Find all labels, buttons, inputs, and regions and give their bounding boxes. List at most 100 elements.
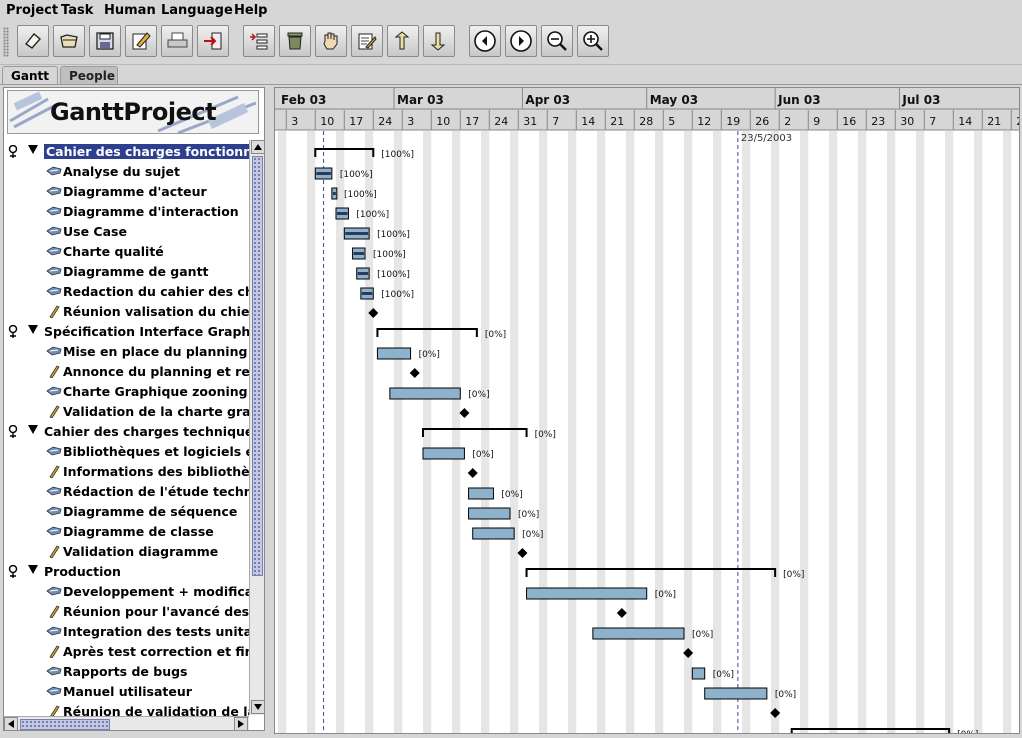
tree-task-row[interactable]: Diagramme d'interaction xyxy=(4,201,249,221)
milestone-pencil-icon xyxy=(49,605,60,618)
tree-task-row[interactable]: Bibliothèques et logiciels exte xyxy=(4,441,249,461)
tab-people[interactable]: People xyxy=(60,66,118,84)
pin-icon[interactable] xyxy=(7,425,19,439)
pin-icon[interactable] xyxy=(7,145,19,159)
new-task-button[interactable] xyxy=(243,25,275,57)
edit-properties-button[interactable] xyxy=(125,25,157,57)
tree-task-row[interactable]: Validation de la charte graphi xyxy=(4,401,249,421)
milestone-diamond xyxy=(517,548,528,558)
scroll-left-button[interactable] xyxy=(469,25,501,57)
task-properties-button[interactable] xyxy=(315,25,347,57)
tree-task-row[interactable]: Developpement + modificatio xyxy=(4,581,249,601)
menu-help[interactable]: Help xyxy=(234,3,267,18)
tree-group-row[interactable]: Production xyxy=(4,561,249,581)
tree-group-row[interactable]: Spécification Interface Graphique xyxy=(4,321,249,341)
expand-arrow-icon[interactable] xyxy=(28,565,38,574)
week-label: 24 xyxy=(494,115,508,128)
expand-arrow-icon[interactable] xyxy=(28,325,38,334)
tree-task-row[interactable]: Redaction du cahier des charg xyxy=(4,281,249,301)
tree-horizontal-scrollbar[interactable] xyxy=(4,716,249,730)
scroll-up-button[interactable] xyxy=(251,140,264,154)
task-name: Diagramme de classe xyxy=(63,524,214,539)
tree-task-row[interactable]: Mise en place du planning xyxy=(4,341,249,361)
tree-task-row[interactable]: Après test correction et fin de xyxy=(4,641,249,661)
week-label: 16 xyxy=(842,115,856,128)
tree-horizontal-scroll-thumb[interactable] xyxy=(20,719,110,730)
menu-task[interactable]: Task xyxy=(61,3,93,18)
circle-left-arrow-icon xyxy=(474,30,496,52)
tree-task-row[interactable]: Annonce du planning et regro xyxy=(4,361,249,381)
milestone-pencil-icon xyxy=(49,545,60,558)
week-label: 14 xyxy=(958,115,972,128)
zoom-out-button[interactable] xyxy=(541,25,573,57)
tree-task-row[interactable]: Diagramme de gantt xyxy=(4,261,249,281)
expand-arrow-icon[interactable] xyxy=(28,145,38,154)
scroll-down-button[interactable] xyxy=(251,700,264,714)
menu-project[interactable]: Project xyxy=(6,3,58,18)
progress-label: [100%] xyxy=(356,210,389,220)
tree-task-row[interactable]: Diagramme d'acteur xyxy=(4,181,249,201)
print-button[interactable] xyxy=(161,25,193,57)
scroll-right-button[interactable] xyxy=(505,25,537,57)
month-label: Feb 03 xyxy=(281,93,326,107)
tree-task-row[interactable]: Rapports de bugs xyxy=(4,661,249,681)
open-project-button[interactable] xyxy=(53,25,85,57)
save-project-button[interactable] xyxy=(89,25,121,57)
pin-icon[interactable] xyxy=(7,565,19,579)
tree-task-row[interactable]: Informations des bibliothèque xyxy=(4,461,249,481)
tree-task-row[interactable]: Manuel utilisateur xyxy=(4,681,249,701)
tree-group-row[interactable]: Cahier des charges fonctionnels xyxy=(4,141,253,161)
tree-group-row[interactable]: Cahier des charges techniques xyxy=(4,421,249,441)
pin-icon[interactable] xyxy=(7,325,19,339)
weekend-shade xyxy=(829,131,838,733)
tree-task-row[interactable]: Charte Graphique zooning xyxy=(4,381,249,401)
tree-task-row[interactable]: Integration des tests unitaires xyxy=(4,621,249,641)
week-label: 26 xyxy=(755,115,769,128)
logo-text: GanttProject xyxy=(50,98,217,126)
task-name: Rapports de bugs xyxy=(63,664,188,679)
tree-task-row[interactable]: Validation diagramme xyxy=(4,541,249,561)
menu-human[interactable]: Human xyxy=(104,3,156,18)
task-bar xyxy=(526,587,648,600)
scroll-left-small-button[interactable] xyxy=(4,717,18,730)
week-label: 3 xyxy=(291,115,298,128)
zoom-in-icon xyxy=(583,31,603,51)
task-name: Production xyxy=(44,564,121,579)
move-up-button[interactable] xyxy=(387,25,419,57)
task-name: Cahier des charges techniques xyxy=(44,424,249,439)
tree-task-row[interactable]: Réunion valisation du chier de xyxy=(4,301,249,321)
delete-task-button[interactable] xyxy=(279,25,311,57)
scroll-right-small-button[interactable] xyxy=(234,717,248,730)
progress-label: [100%] xyxy=(377,270,410,280)
task-icon xyxy=(46,486,62,496)
task-icon xyxy=(46,226,62,236)
tree-task-row[interactable]: Réunion pour l'avancé des trav xyxy=(4,601,249,621)
toolbar-grip[interactable] xyxy=(3,27,9,57)
tree-task-row[interactable]: Diagramme de classe xyxy=(4,521,249,541)
zoom-out-icon xyxy=(547,31,567,51)
task-icon xyxy=(46,586,62,596)
zoom-in-button[interactable] xyxy=(577,25,609,57)
milestone-pencil-icon xyxy=(49,465,60,478)
week-label: 14 xyxy=(581,115,595,128)
progress-label: [0%] xyxy=(485,330,506,340)
move-down-button[interactable] xyxy=(423,25,455,57)
tab-gantt[interactable]: Gantt xyxy=(2,66,58,84)
tree-task-row[interactable]: Use Case xyxy=(4,221,249,241)
tree-vertical-scrollbar[interactable] xyxy=(249,140,264,715)
tree-task-row[interactable]: Analyse du sujet xyxy=(4,161,249,181)
tree-task-row[interactable]: Diagramme de séquence xyxy=(4,501,249,521)
week-label: 28 xyxy=(1016,115,1020,128)
tree-vertical-scroll-thumb[interactable] xyxy=(252,156,263,576)
menu-language[interactable]: Language xyxy=(161,3,233,18)
task-name: Cahier des charges fonctionnels xyxy=(44,144,253,159)
tree-task-row[interactable]: Rédaction de l'étude technique xyxy=(4,481,249,501)
gantt-chart[interactable]: 3 10 17 24 3 10 17 24 31 7 14 21 28 5 12 19 26 2 9 16 23 30 7 1… xyxy=(274,87,1020,734)
task-name: Diagramme de gantt xyxy=(63,264,209,279)
expand-arrow-icon[interactable] xyxy=(28,425,38,434)
import-export-button[interactable] xyxy=(197,25,229,57)
edit-notes-button[interactable] xyxy=(351,25,383,57)
tree-task-row[interactable]: Charte qualité xyxy=(4,241,249,261)
task-name: Réunion pour l'avancé des trav xyxy=(63,604,249,619)
new-project-button[interactable] xyxy=(17,25,49,57)
